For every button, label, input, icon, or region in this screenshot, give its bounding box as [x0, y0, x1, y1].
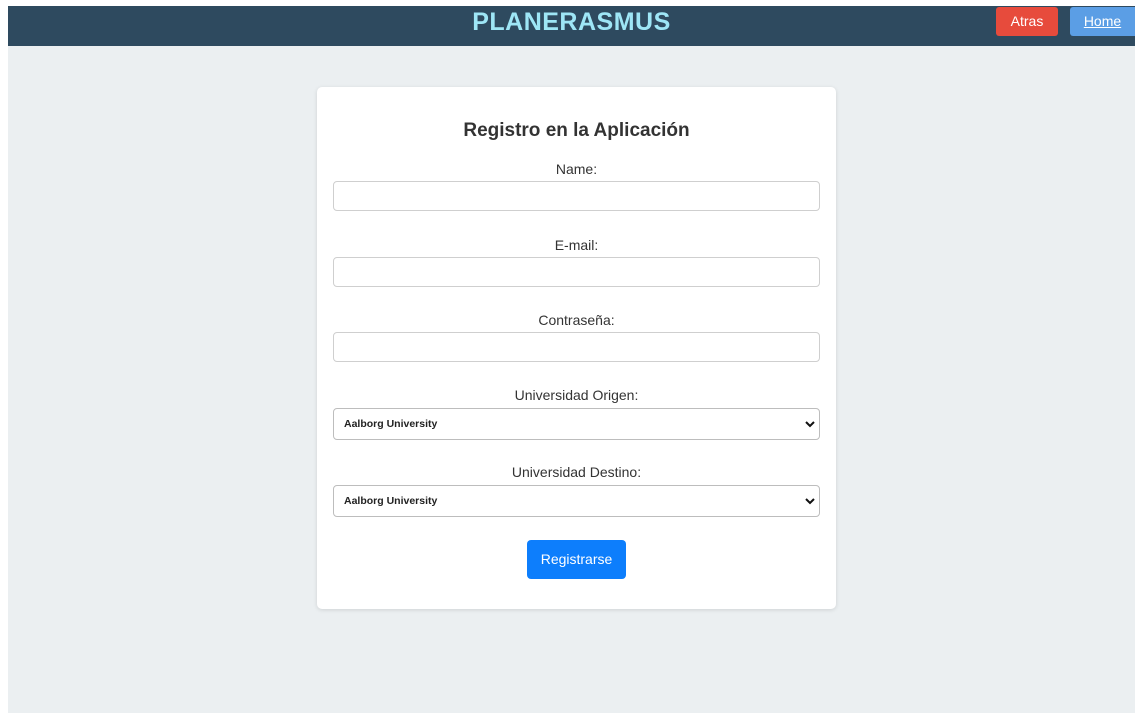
name-label: Name: — [555, 161, 598, 177]
email-input[interactable] — [333, 257, 820, 287]
origin-university-select[interactable]: Aalborg University — [333, 408, 820, 440]
register-button[interactable]: Registrarse — [527, 540, 626, 579]
destination-university-value: Aalborg University — [344, 495, 438, 507]
origin-university-label: Universidad Origen: — [514, 387, 639, 403]
chevron-down-icon — [805, 421, 815, 428]
home-link[interactable]: Home — [1070, 7, 1135, 36]
name-input[interactable] — [333, 181, 820, 211]
app-brand-title: PLANERASMUS — [472, 8, 671, 36]
atras-button[interactable]: Atras — [996, 7, 1058, 36]
top-navbar: PLANERASMUS Atras Home — [8, 6, 1135, 46]
destination-university-label: Universidad Destino: — [511, 464, 642, 480]
password-input[interactable] — [333, 332, 820, 362]
form-title: Registro en la Aplicación — [463, 120, 690, 141]
password-label: Contraseña: — [538, 312, 615, 328]
destination-university-select[interactable]: Aalborg University — [333, 485, 820, 517]
page-viewport: PLANERASMUS Atras Home Registro en la Ap… — [8, 6, 1135, 713]
origin-university-value: Aalborg University — [344, 418, 438, 430]
chevron-down-icon — [805, 498, 815, 505]
registration-card: Registro en la Aplicación Name: E-mail: … — [317, 87, 836, 609]
email-label: E-mail: — [554, 237, 599, 253]
